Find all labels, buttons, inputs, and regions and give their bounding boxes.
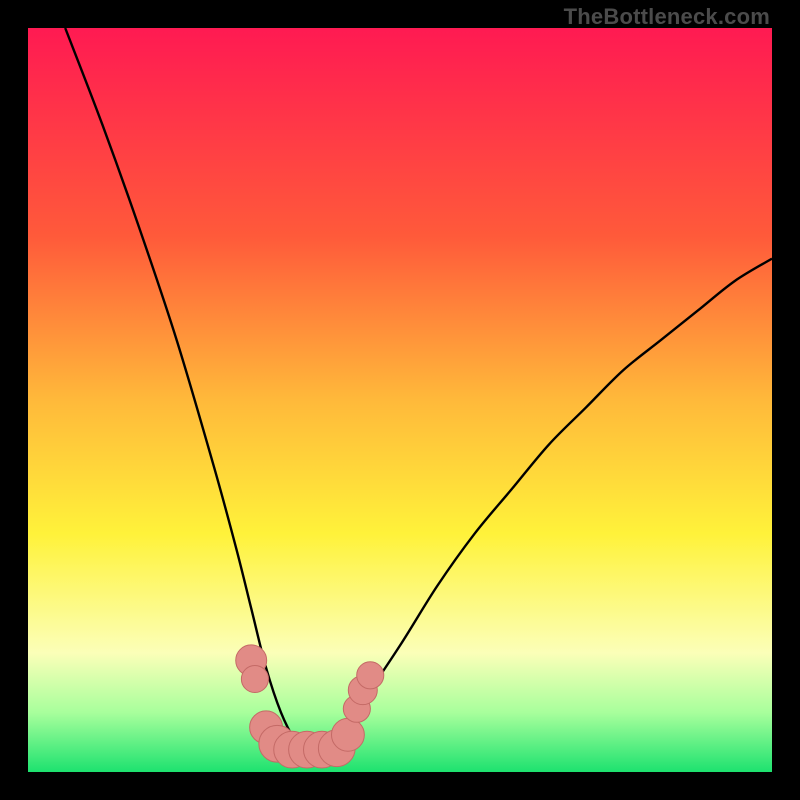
watermark-label: TheBottleneck.com [564, 4, 770, 30]
curve-marker [241, 665, 268, 692]
chart-frame: TheBottleneck.com [0, 0, 800, 800]
curve-marker [357, 662, 384, 689]
curve-markers [236, 645, 384, 768]
curve-layer [28, 28, 772, 772]
bottleneck-curve [65, 28, 772, 751]
curve-marker [331, 718, 364, 751]
plot-area [28, 28, 772, 772]
